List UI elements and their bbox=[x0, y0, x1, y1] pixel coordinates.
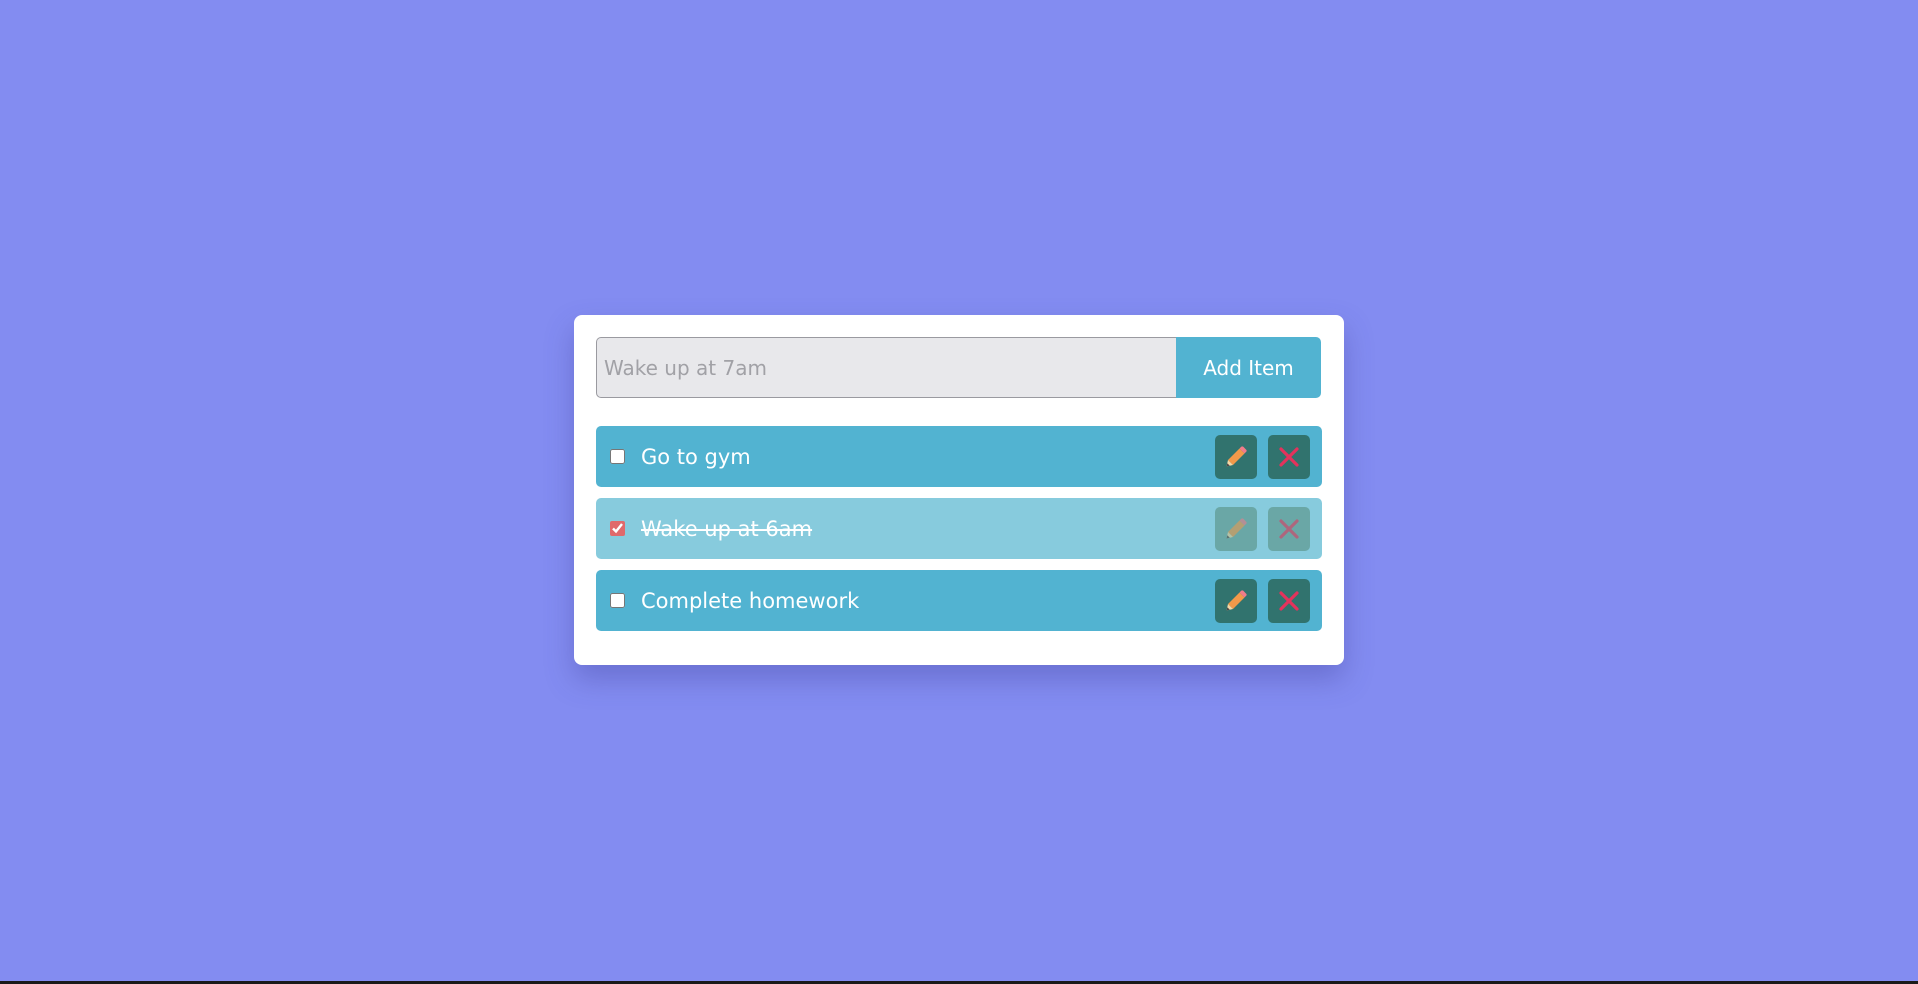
edit-button[interactable] bbox=[1215, 434, 1257, 479]
todo-list: Go to gym Wake up at 6am Complete homewo… bbox=[596, 426, 1322, 642]
pencil-icon bbox=[1224, 445, 1248, 469]
close-icon bbox=[1278, 446, 1300, 468]
todo-card: Add Item Go to gym Wake up at 6am C bbox=[574, 315, 1344, 665]
pencil-icon bbox=[1224, 589, 1248, 613]
todo-item: Wake up at 6am bbox=[596, 498, 1322, 559]
todo-text: Wake up at 6am bbox=[641, 516, 813, 541]
close-icon bbox=[1278, 590, 1300, 612]
add-item-button[interactable]: Add Item bbox=[1176, 337, 1321, 398]
edit-button[interactable] bbox=[1215, 578, 1257, 623]
add-item-form: Add Item bbox=[596, 337, 1321, 398]
todo-checkbox[interactable] bbox=[610, 449, 625, 464]
close-icon bbox=[1278, 518, 1300, 540]
delete-button[interactable] bbox=[1268, 578, 1310, 623]
todo-input[interactable] bbox=[596, 337, 1176, 398]
edit-button[interactable] bbox=[1215, 506, 1257, 551]
todo-text: Go to gym bbox=[641, 444, 751, 469]
pencil-icon bbox=[1224, 517, 1248, 541]
todo-checkbox[interactable] bbox=[610, 521, 625, 536]
todo-item: Complete homework bbox=[596, 570, 1322, 631]
delete-button[interactable] bbox=[1268, 434, 1310, 479]
delete-button[interactable] bbox=[1268, 506, 1310, 551]
todo-checkbox[interactable] bbox=[610, 593, 625, 608]
todo-item: Go to gym bbox=[596, 426, 1322, 487]
todo-text: Complete homework bbox=[641, 588, 860, 613]
